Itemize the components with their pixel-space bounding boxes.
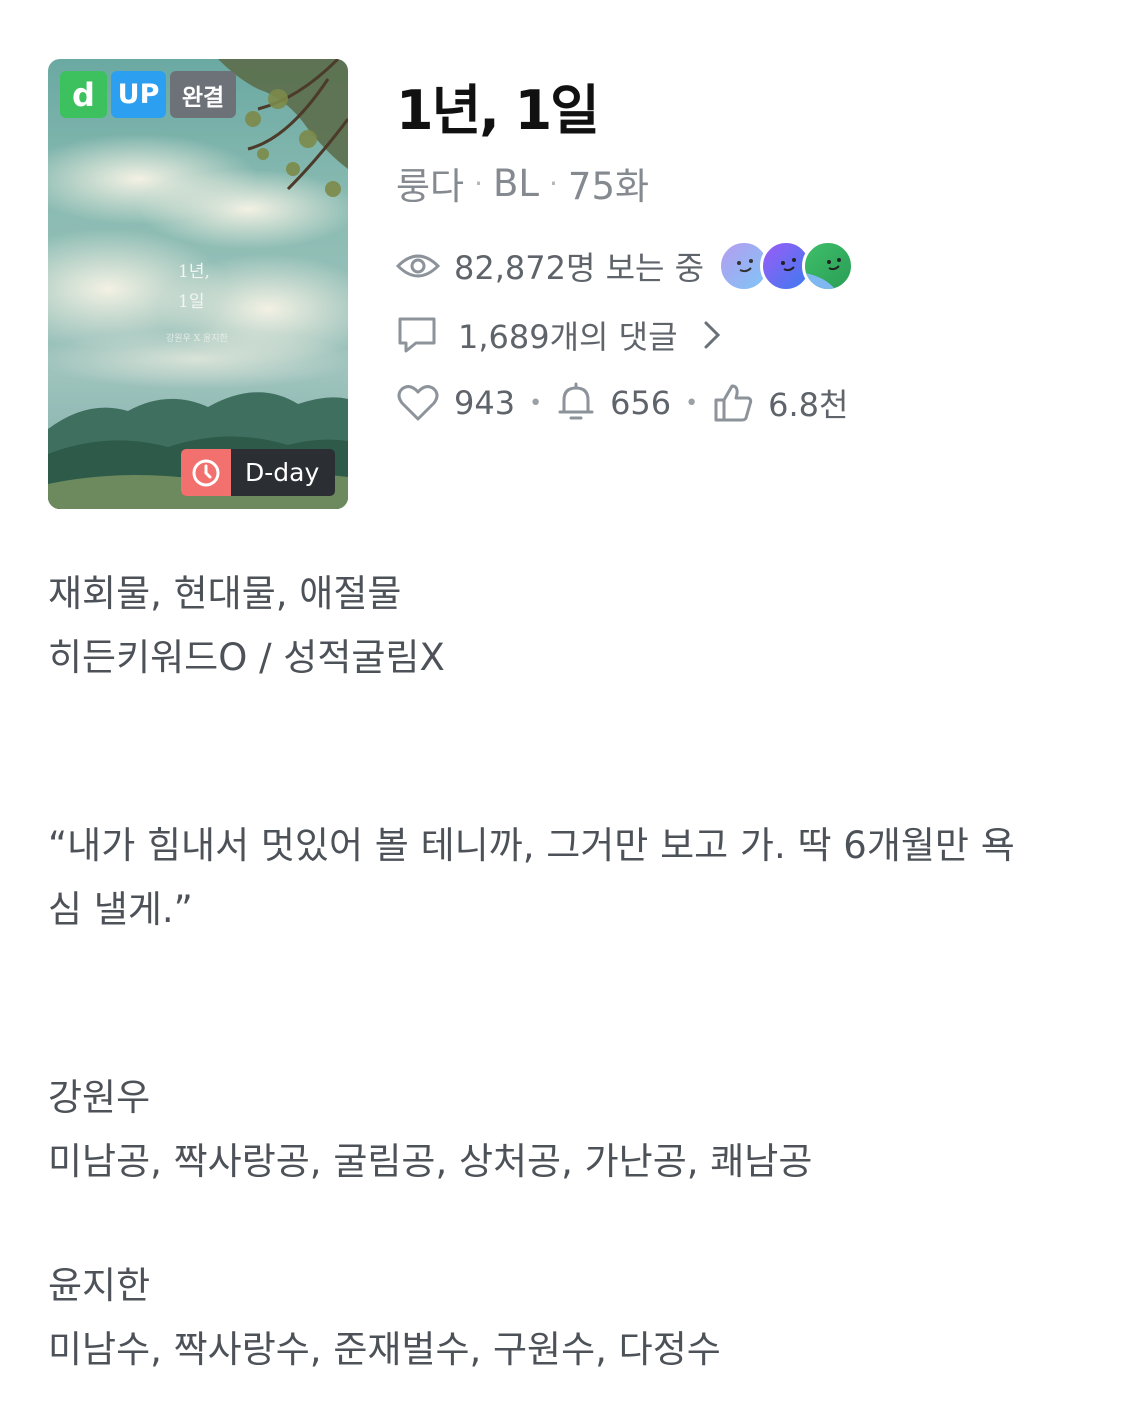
meta-separator: · <box>549 166 558 200</box>
work-meta: 룽다 · BL · 75화 <box>396 156 649 210</box>
bell-icon[interactable] <box>556 382 596 424</box>
viewer-avatars <box>718 240 855 292</box>
comment-icon <box>398 317 436 353</box>
viewers-row: 82,872명 보는 중 <box>396 240 855 292</box>
cover-title-line1: 1년, <box>178 262 210 282</box>
character-1-name: 강원우 <box>48 1076 151 1119</box>
eye-icon <box>396 254 440 278</box>
comments-row[interactable]: 1,689개의 댓글 <box>396 312 722 358</box>
tags-line-2: 히든키워드O / 성적굴림X <box>48 636 445 679</box>
novel-detail-page: d UP 완결 1년, 1일 강원우 X 윤지한 D-day 1년, 1일 룽다… <box>0 0 1125 1408</box>
dday-label: D-day <box>245 458 320 487</box>
character-2-name: 윤지한 <box>48 1264 151 1307</box>
dday-badge: D-day <box>181 449 335 496</box>
up-badge: UP <box>111 71 166 118</box>
character-2-tags: 미남수, 짝사랑수, 준재벌수, 구원수, 다정수 <box>48 1328 721 1371</box>
character-1-tags: 미남공, 짝사랑공, 굴림공, 상처공, 가난공, 쾌남공 <box>48 1140 813 1183</box>
alarm-count: 656 <box>610 384 672 422</box>
stat-separator: • <box>685 390 699 416</box>
quote-line-1: “내가 힘내서 멋있어 볼 테니까, 그거만 보고 가. 딱 6개월만 욕 <box>48 824 1015 867</box>
daily-badge: d <box>60 71 107 118</box>
meta-separator: · <box>474 166 483 200</box>
cover-badges: d UP 완결 <box>60 71 236 118</box>
thumbs-up-icon[interactable] <box>712 382 754 424</box>
cover-title-line2: 1일 <box>178 292 205 312</box>
engagement-row: 943 • 656 • 6.8천 <box>396 380 848 426</box>
work-title: 1년, 1일 <box>396 79 600 142</box>
like-count: 6.8천 <box>768 386 849 424</box>
author-link[interactable]: 룽다 <box>396 156 464 210</box>
stat-separator: • <box>529 390 543 416</box>
cover-image[interactable]: d UP 완결 1년, 1일 강원우 X 윤지한 D-day <box>48 59 348 509</box>
viewers-count: 82,872명 보는 중 <box>454 249 705 287</box>
comments-count[interactable]: 1,689개의 댓글 <box>458 312 678 358</box>
quote-line-2: 심 낼게.” <box>48 888 193 931</box>
cover-title-text: 1년, 1일 <box>178 257 258 317</box>
completed-badge: 완결 <box>170 71 236 118</box>
heart-count: 943 <box>454 384 516 422</box>
clock-icon <box>181 449 231 496</box>
avatar <box>802 240 855 292</box>
chevron-right-icon[interactable] <box>702 319 722 351</box>
cover-authors: 강원우 X 윤지한 <box>166 334 228 344</box>
heart-icon[interactable] <box>396 383 440 423</box>
genre-label: BL <box>493 161 539 205</box>
tags-line-1: 재회물, 현대물, 애절물 <box>48 572 402 615</box>
episode-count: 75화 <box>567 165 650 208</box>
